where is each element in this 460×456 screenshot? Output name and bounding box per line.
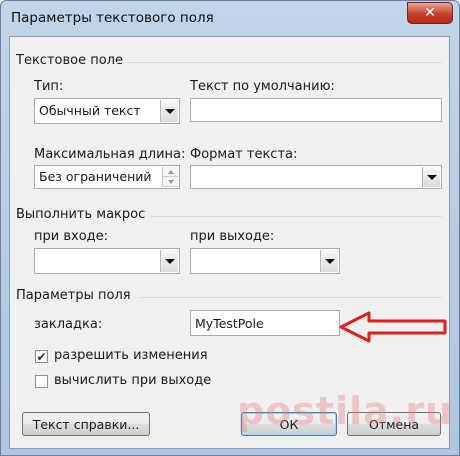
max-length-spinner[interactable]: Без ограничений: [34, 165, 180, 189]
on-exit-select[interactable]: [190, 248, 340, 274]
bookmark-label: закладка:: [34, 317, 103, 332]
chevron-down-icon[interactable]: [320, 250, 338, 272]
spinner-arrows[interactable]: [162, 167, 178, 187]
allow-changes-label[interactable]: разрешить изменения: [54, 348, 208, 363]
format-label: Формат текста:: [190, 147, 298, 162]
on-entry-label: при входе:: [34, 229, 109, 244]
group-divider: [116, 62, 442, 63]
arrow-left-icon: [339, 311, 447, 343]
default-text-input[interactable]: [190, 98, 442, 122]
checkmark-icon: ✔: [36, 349, 47, 364]
bookmark-value: MyTestPole: [195, 316, 264, 331]
type-select-value: Обычный текст: [39, 103, 141, 118]
type-select[interactable]: Обычный текст: [34, 98, 180, 124]
close-icon: ✕: [424, 5, 436, 21]
group-divider: [140, 297, 442, 298]
allow-changes-checkbox[interactable]: ✔: [35, 350, 48, 363]
on-exit-label: при выходе:: [190, 229, 275, 244]
spin-up-icon[interactable]: [163, 167, 178, 177]
window-title: Параметры текстового поля: [11, 10, 214, 26]
spin-down-icon[interactable]: [163, 177, 178, 187]
help-text-button[interactable]: Текст справки...: [22, 412, 150, 436]
max-length-label: Максимальная длина:: [34, 147, 186, 162]
red-arrow-annotation: [339, 311, 447, 343]
macro-group-title: Выполнить макрос: [16, 207, 146, 222]
default-text-label: Текст по умолчанию:: [190, 79, 335, 94]
format-select[interactable]: [190, 165, 442, 189]
group-divider: [150, 216, 442, 217]
max-length-value: Без ограничений: [39, 169, 152, 184]
watermark: postila.ru: [237, 389, 454, 433]
dialog-client-area: Текстовое поле Тип: Обычный текст Текст …: [9, 36, 450, 449]
calc-on-exit-checkbox[interactable]: [35, 375, 48, 388]
chevron-down-icon[interactable]: [160, 250, 178, 272]
bookmark-input[interactable]: MyTestPole: [190, 310, 340, 336]
close-button[interactable]: ✕: [407, 2, 453, 24]
on-entry-select[interactable]: [34, 248, 180, 274]
chevron-down-icon[interactable]: [422, 167, 440, 187]
field-options-group-title: Параметры поля: [16, 288, 131, 303]
calc-on-exit-label[interactable]: вычислить при выходе: [54, 373, 211, 388]
dialog-window: Параметры текстового поля ✕ Текстовое по…: [0, 0, 460, 456]
chevron-down-icon[interactable]: [160, 100, 178, 122]
text-field-group-title: Текстовое поле: [16, 53, 123, 68]
type-label: Тип:: [34, 79, 64, 94]
